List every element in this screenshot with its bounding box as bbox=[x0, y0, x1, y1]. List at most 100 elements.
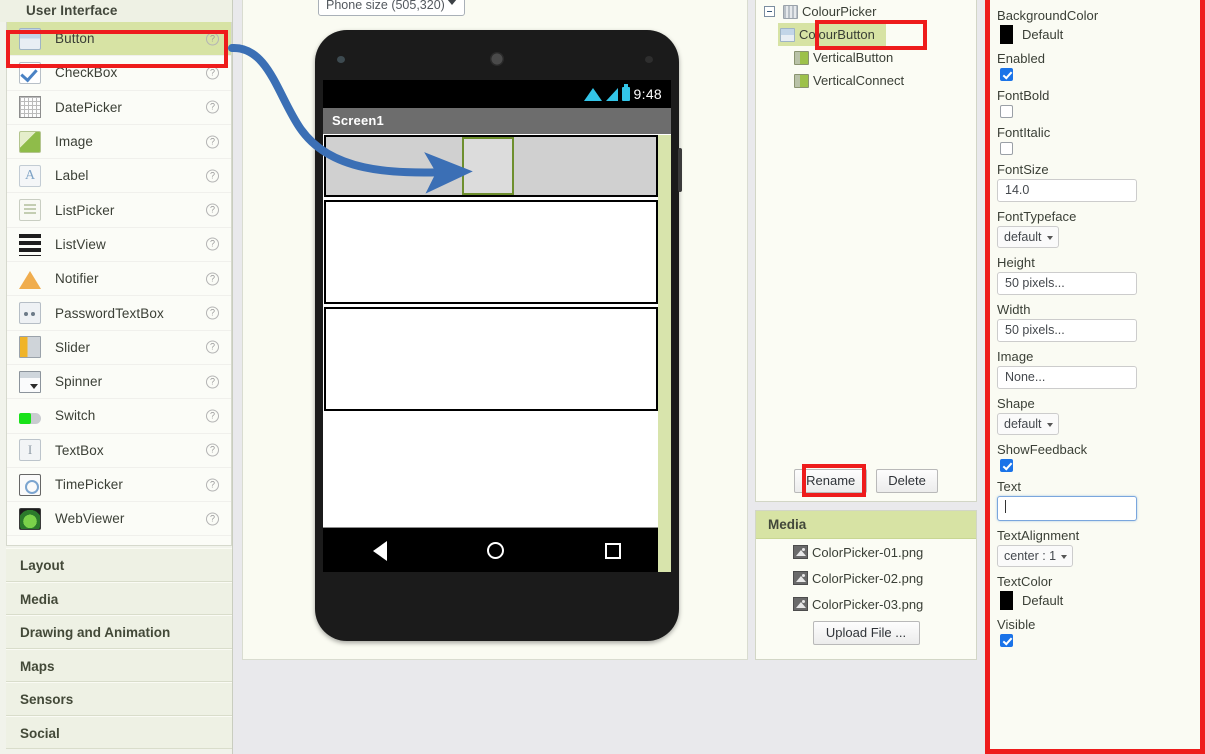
palette-item-switch[interactable]: Switch? bbox=[7, 399, 231, 434]
media-file-label: ColorPicker-01.png bbox=[812, 544, 924, 560]
palette-category-media[interactable]: Media bbox=[6, 581, 232, 615]
palette-category-drawing-and-animation[interactable]: Drawing and Animation bbox=[6, 615, 232, 649]
palette-item-checkbox[interactable]: CheckBox? bbox=[7, 56, 231, 91]
palette-item-list: Button? CheckBox? DatePicker? Image? A Label?… bbox=[6, 22, 232, 546]
circle-home-icon[interactable] bbox=[487, 542, 505, 559]
property-label-textalignment: TextAlignment bbox=[997, 528, 1080, 543]
screen-title-bar: Screen1 bbox=[323, 108, 671, 134]
chevron-down-icon bbox=[1046, 423, 1053, 427]
help-icon[interactable]: ? bbox=[206, 66, 219, 80]
help-icon[interactable]: ? bbox=[206, 443, 219, 457]
property-input-fontsize[interactable]: 14.0 bbox=[997, 179, 1137, 202]
slider-icon bbox=[19, 336, 41, 359]
screen-icon bbox=[783, 4, 798, 19]
phone-size-select[interactable]: Phone size (505,320) bbox=[318, 0, 465, 16]
property-checkbox-showfeedback[interactable] bbox=[1000, 459, 1013, 472]
horizontal-arrangement[interactable] bbox=[324, 135, 658, 197]
arrangement-box-2[interactable] bbox=[324, 200, 658, 304]
media-file-item[interactable]: ColorPicker-03.png bbox=[756, 591, 976, 617]
android-status-bar: 9:48 bbox=[323, 80, 671, 108]
palette-item-label: PasswordTextBox bbox=[55, 305, 164, 321]
palette-item-notifier[interactable]: Notifier? bbox=[7, 262, 231, 297]
button-icon bbox=[780, 27, 795, 42]
help-icon[interactable]: ? bbox=[206, 237, 219, 251]
help-icon[interactable]: ? bbox=[206, 32, 219, 46]
property-input-height[interactable]: 50 pixels... bbox=[997, 272, 1137, 295]
property-checkbox-visible[interactable] bbox=[1000, 634, 1013, 647]
tree-collapse-icon[interactable] bbox=[764, 6, 775, 17]
upload-file-button[interactable]: Upload File ... bbox=[812, 621, 920, 645]
media-file-item[interactable]: ColorPicker-02.png bbox=[756, 565, 976, 591]
palette-category-sensors[interactable]: Sensors bbox=[6, 682, 232, 716]
wifi-icon bbox=[583, 87, 602, 101]
tree-node-label: VerticalConnect bbox=[813, 73, 905, 88]
palette-category-social[interactable]: Social bbox=[6, 715, 232, 749]
palette-category-list: Layout Media Drawing and Animation Maps Sens… bbox=[6, 548, 232, 749]
property-color-textcolor[interactable]: Default bbox=[997, 591, 1200, 610]
arrangement-box-3[interactable] bbox=[324, 307, 658, 411]
palette-item-label: DatePicker bbox=[55, 99, 123, 115]
media-file-item[interactable]: ColorPicker-01.png bbox=[756, 539, 976, 565]
property-select-value: center : 1 bbox=[1004, 549, 1057, 563]
property-label-text: Text bbox=[997, 479, 1022, 494]
palette-item-textbox[interactable]: I TextBox? bbox=[7, 434, 231, 468]
tree-node-verticalconnect[interactable]: VerticalConnect bbox=[756, 69, 976, 92]
tree-node-label: VerticalButton bbox=[813, 50, 894, 65]
palette-item-listpicker[interactable]: ListPicker? bbox=[7, 193, 231, 228]
tree-node-colourbutton[interactable]: ColourButton bbox=[778, 23, 886, 46]
palette-item-spinner[interactable]: Spinner? bbox=[7, 365, 231, 400]
help-icon[interactable]: ? bbox=[206, 409, 219, 423]
help-icon[interactable]: ? bbox=[206, 169, 219, 183]
property-label-showfeedback: ShowFeedback bbox=[997, 442, 1088, 457]
help-icon[interactable]: ? bbox=[206, 272, 219, 286]
tree-node-colourpicker[interactable]: ColourPicker bbox=[756, 0, 976, 23]
textbox-icon: I bbox=[19, 439, 41, 462]
chevron-down-icon bbox=[1046, 236, 1053, 240]
property-checkbox-enabled[interactable] bbox=[1000, 68, 1013, 81]
property-input-width[interactable]: 50 pixels... bbox=[997, 319, 1137, 342]
palette-item-slider[interactable]: Slider? bbox=[7, 331, 231, 365]
property-input-text[interactable] bbox=[997, 496, 1137, 521]
palette-item-passwordtextbox[interactable]: PasswordTextBox? bbox=[7, 296, 231, 331]
help-icon[interactable]: ? bbox=[206, 306, 219, 320]
help-icon[interactable]: ? bbox=[206, 135, 219, 149]
triangle-back-icon[interactable] bbox=[373, 540, 388, 561]
palette-item-label: Label bbox=[55, 168, 89, 184]
palette-item-button[interactable]: Button? bbox=[7, 22, 231, 57]
property-label-textcolor: TextColor bbox=[997, 574, 1053, 589]
delete-button[interactable]: Delete bbox=[876, 469, 938, 493]
tree-node-verticalbutton[interactable]: VerticalButton bbox=[756, 46, 976, 69]
palette-category-maps[interactable]: Maps bbox=[6, 648, 232, 682]
property-checkbox-fontbold[interactable] bbox=[1000, 105, 1013, 118]
help-icon[interactable]: ? bbox=[206, 340, 219, 354]
palette-item-webviewer[interactable]: WebViewer? bbox=[7, 502, 231, 537]
property-color-backgroundcolor[interactable]: Default bbox=[997, 25, 1200, 44]
help-icon[interactable]: ? bbox=[206, 478, 219, 491]
help-icon[interactable]: ? bbox=[206, 512, 219, 526]
phone-screen: 9:48 Screen1 bbox=[323, 80, 671, 572]
help-icon[interactable]: ? bbox=[206, 203, 219, 217]
square-recent-icon[interactable] bbox=[604, 542, 621, 559]
palette-item-listview[interactable]: ListView? bbox=[7, 228, 231, 263]
property-select-shape[interactable]: default bbox=[997, 413, 1059, 435]
palette-item-label: Slider bbox=[55, 339, 91, 355]
spinner-icon bbox=[19, 370, 41, 393]
help-icon[interactable]: ? bbox=[206, 375, 219, 389]
phone-speaker-icon bbox=[490, 52, 504, 66]
property-checkbox-fontitalic[interactable] bbox=[1000, 142, 1013, 155]
phone-volume-button bbox=[678, 148, 682, 192]
selected-colour-button[interactable] bbox=[462, 137, 514, 195]
property-select-textalignment[interactable]: center : 1 bbox=[997, 545, 1074, 567]
palette-category-layout[interactable]: Layout bbox=[6, 548, 232, 582]
property-input-image[interactable]: None... bbox=[997, 366, 1137, 389]
palette-item-datepicker[interactable]: DatePicker? bbox=[7, 91, 231, 125]
help-icon[interactable]: ? bbox=[206, 100, 219, 114]
tree-node-label: ColourPicker bbox=[802, 4, 877, 19]
palette-item-image[interactable]: Image? bbox=[7, 125, 231, 160]
rename-button[interactable]: Rename bbox=[794, 469, 868, 493]
password-icon bbox=[19, 302, 41, 325]
palette-item-timepicker[interactable]: TimePicker? bbox=[7, 468, 231, 503]
app-inventor-designer: User Interface Button? CheckBox? DatePicke… bbox=[0, 0, 1205, 754]
property-select-fonttypeface[interactable]: default bbox=[997, 226, 1059, 248]
palette-item-label[interactable]: A Label? bbox=[7, 159, 231, 194]
